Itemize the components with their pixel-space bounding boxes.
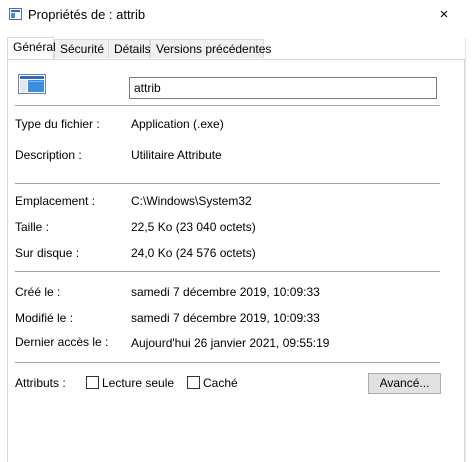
properties-window: Propriétés de : attrib × Général Sécurit… [0, 0, 472, 462]
properties-window-icon [9, 8, 22, 20]
description-label: Description : [15, 148, 82, 162]
window-right-edge [465, 38, 472, 462]
modified-value: samedi 7 décembre 2019, 10:09:33 [131, 311, 320, 325]
advanced-button[interactable]: Avancé... [368, 373, 441, 394]
window-title: Propriétés de : attrib [28, 7, 146, 22]
tab-previous-versions[interactable]: Versions précédentes [150, 39, 271, 58]
close-button[interactable]: × [434, 6, 454, 24]
size-on-disk-label: Sur disque : [15, 246, 80, 260]
separator-1 [15, 105, 440, 106]
description-value: Utilitaire Attribute [131, 148, 222, 162]
location-label: Emplacement : [15, 194, 96, 208]
hidden-checkbox[interactable] [187, 376, 200, 389]
title-bar[interactable]: Propriétés de : attrib × [0, 0, 472, 30]
file-type-value: Application (.exe) [131, 117, 224, 131]
tab-security[interactable]: Sécurité [54, 39, 109, 58]
location-value: C:\Windows\System32 [131, 194, 252, 208]
last-accessed-label: Dernier accès le : [15, 335, 109, 349]
separator-2 [15, 183, 440, 184]
file-type-label: Type du fichier : [15, 117, 100, 131]
hidden-checkbox-label[interactable]: Caché [203, 376, 238, 390]
separator-3 [15, 271, 440, 272]
tab-general[interactable]: Général [7, 37, 56, 59]
size-value: 22,5 Ko (23 040 octets) [131, 220, 256, 234]
file-name-input[interactable] [129, 77, 437, 99]
last-accessed-value: Aujourd'hui 26 janvier 2021, 09:55:19 [131, 336, 330, 350]
readonly-checkbox[interactable] [86, 376, 99, 389]
size-label: Taille : [15, 220, 50, 234]
modified-label: Modifié le : [15, 311, 74, 325]
attributes-label: Attributs : [15, 376, 66, 390]
application-window-icon [18, 74, 46, 94]
size-on-disk-value: 24,0 Ko (24 576 octets) [131, 246, 256, 260]
readonly-checkbox-label[interactable]: Lecture seule [102, 376, 174, 390]
created-label: Créé le : [15, 285, 61, 299]
created-value: samedi 7 décembre 2019, 10:09:33 [131, 285, 320, 299]
separator-4 [15, 362, 440, 363]
tab-details[interactable]: Détails [108, 39, 151, 58]
